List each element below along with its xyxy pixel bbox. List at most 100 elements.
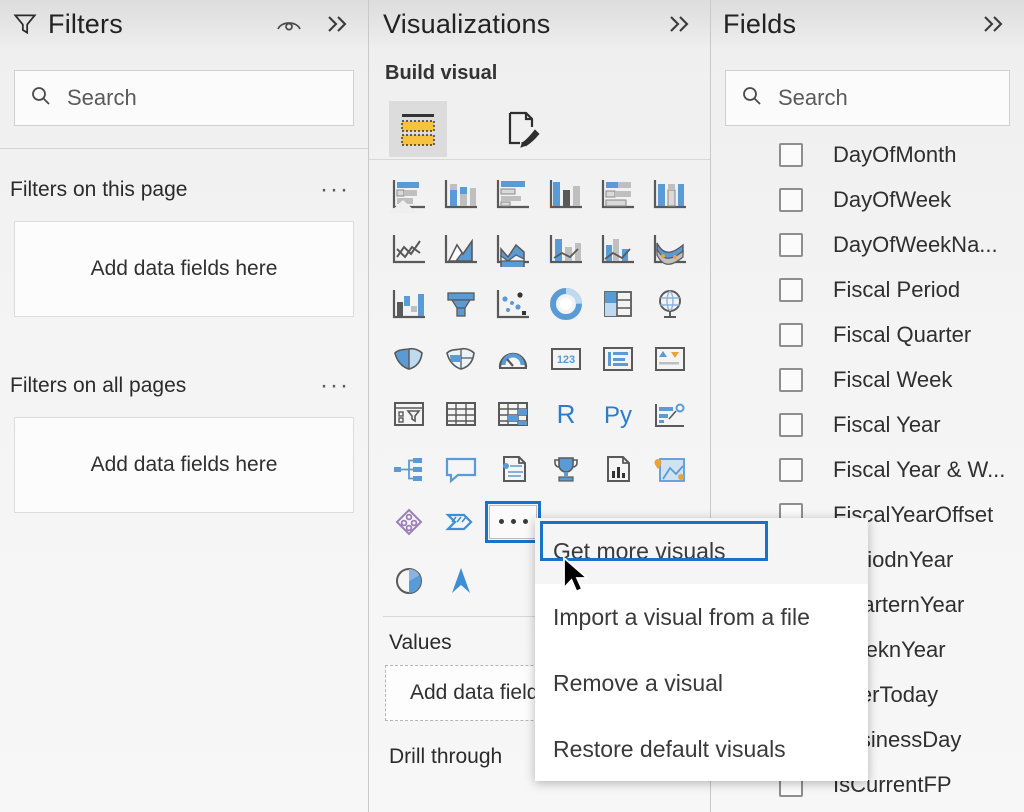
field-label: DayOfWeek bbox=[833, 186, 952, 212]
menu-item-get-more-visuals[interactable]: Get more visuals bbox=[535, 518, 868, 584]
menu-item-restore-default-visuals[interactable]: Restore default visuals bbox=[535, 716, 868, 782]
field-label: Fiscal Week bbox=[833, 366, 953, 392]
fields-search-input[interactable]: Search bbox=[725, 70, 1010, 126]
area-chart-icon[interactable] bbox=[435, 225, 487, 272]
card-icon[interactable]: 123 bbox=[540, 335, 592, 382]
kpi-icon[interactable] bbox=[644, 335, 696, 382]
stacked-area-chart-icon[interactable] bbox=[487, 225, 539, 272]
ribbon-chart-icon[interactable] bbox=[644, 225, 696, 272]
filters-on-all-pages-menu-icon[interactable]: ··· bbox=[320, 374, 350, 398]
gauge-chart-icon[interactable] bbox=[487, 335, 539, 382]
filters-on-all-pages-header: Filters on all pages ··· bbox=[0, 369, 368, 403]
eye-icon[interactable] bbox=[274, 9, 304, 39]
line-and-clustered-column-chart-icon[interactable] bbox=[592, 225, 644, 272]
more-visuals-button-cell[interactable] bbox=[485, 498, 542, 545]
waterfall-chart-icon[interactable] bbox=[383, 280, 435, 327]
field-checkbox[interactable] bbox=[779, 142, 803, 167]
field-item[interactable]: DayOfWeek bbox=[711, 177, 1024, 222]
azure-map-pie-icon[interactable] bbox=[383, 557, 435, 604]
hundred-percent-stacked-bar-chart-icon[interactable] bbox=[592, 170, 644, 217]
power-apps-icon[interactable] bbox=[383, 498, 435, 545]
field-label: Fiscal Period bbox=[833, 276, 961, 302]
filled-map-icon[interactable] bbox=[383, 335, 435, 382]
field-item[interactable]: Fiscal Year bbox=[711, 402, 1024, 447]
funnel-chart-icon[interactable] bbox=[435, 280, 487, 327]
line-and-stacked-column-chart-icon[interactable] bbox=[540, 225, 592, 272]
menu-item-remove-a-visual[interactable]: Remove a visual bbox=[535, 650, 868, 716]
python-visual-icon[interactable]: Py bbox=[592, 390, 644, 437]
stacked-column-chart-icon[interactable] bbox=[435, 170, 487, 217]
scatter-chart-icon[interactable] bbox=[487, 280, 539, 327]
dot-1 bbox=[498, 519, 504, 524]
slicer-icon[interactable] bbox=[383, 390, 435, 437]
filters-on-this-page-header: Filters on this page ··· bbox=[0, 173, 368, 207]
field-checkbox[interactable] bbox=[779, 322, 803, 347]
field-checkbox[interactable] bbox=[779, 412, 803, 437]
field-label: Fiscal Year & W... bbox=[833, 456, 1006, 482]
fields-search-placeholder: Search bbox=[778, 85, 848, 110]
double-chevron-right-icon[interactable] bbox=[322, 9, 352, 39]
filters-on-all-pages-dropzone[interactable]: Add data fields here bbox=[14, 417, 354, 513]
matrix-icon[interactable] bbox=[487, 390, 539, 437]
hundred-percent-stacked-column-chart-icon[interactable] bbox=[644, 170, 696, 217]
power-automate-icon[interactable] bbox=[435, 498, 487, 545]
multi-row-card-icon[interactable] bbox=[592, 335, 644, 382]
format-visual-tab[interactable] bbox=[493, 101, 551, 157]
smart-narrative-icon[interactable] bbox=[487, 445, 539, 492]
build-visual-tab[interactable] bbox=[389, 101, 447, 157]
filters-search-placeholder: Search bbox=[67, 85, 137, 110]
arcgis-maps-icon[interactable] bbox=[644, 445, 696, 492]
shape-map-icon[interactable] bbox=[435, 335, 487, 382]
fields-panel-title: Fields bbox=[723, 8, 797, 39]
azure-map-navigator-icon[interactable] bbox=[435, 557, 487, 604]
field-item[interactable]: DayOfMonth bbox=[711, 132, 1024, 177]
dot-3 bbox=[522, 519, 528, 524]
treemap-icon[interactable] bbox=[592, 280, 644, 327]
clustered-bar-chart-icon[interactable] bbox=[487, 170, 539, 217]
metrics-icon[interactable] bbox=[540, 445, 592, 492]
field-item[interactable]: Fiscal Quarter bbox=[711, 312, 1024, 357]
dot-2 bbox=[510, 519, 516, 524]
key-influencers-icon[interactable] bbox=[644, 390, 696, 437]
field-checkbox[interactable] bbox=[779, 277, 803, 302]
field-checkbox[interactable] bbox=[779, 187, 803, 212]
filters-search-input[interactable]: Search bbox=[14, 70, 354, 126]
search-icon bbox=[740, 84, 764, 113]
table-icon[interactable] bbox=[435, 390, 487, 437]
field-checkbox[interactable] bbox=[779, 232, 803, 257]
field-label: DayOfMonth bbox=[833, 141, 957, 167]
filters-divider bbox=[0, 148, 368, 149]
more-visuals-button[interactable] bbox=[485, 500, 542, 543]
filters-panel-header: Filters bbox=[0, 0, 368, 48]
r-script-visual-icon[interactable]: R bbox=[540, 390, 592, 437]
field-item[interactable]: DayOfWeekNa... bbox=[711, 222, 1024, 267]
qna-icon[interactable] bbox=[435, 445, 487, 492]
field-checkbox[interactable] bbox=[779, 457, 803, 482]
svg-text:Py: Py bbox=[604, 402, 632, 429]
funnel-icon bbox=[12, 11, 38, 37]
decomposition-tree-icon[interactable] bbox=[383, 445, 435, 492]
field-item[interactable]: Fiscal Year & W... bbox=[711, 447, 1024, 492]
field-item[interactable]: Fiscal Period bbox=[711, 267, 1024, 312]
visual-pane-tabs bbox=[389, 95, 710, 157]
field-label: Fiscal Year bbox=[833, 411, 941, 437]
line-chart-icon[interactable] bbox=[383, 225, 435, 272]
filters-panel-body: Search Filters on this page ··· Add data… bbox=[0, 48, 368, 812]
map-icon[interactable] bbox=[644, 280, 696, 327]
filters-on-this-page-label: Filters on this page bbox=[10, 178, 188, 201]
filters-on-this-page-menu-icon[interactable]: ··· bbox=[320, 178, 350, 202]
clustered-column-chart-icon[interactable] bbox=[540, 170, 592, 217]
svg-text:R: R bbox=[556, 399, 575, 429]
filters-on-this-page-dropzone[interactable]: Add data fields here bbox=[14, 221, 354, 317]
paginated-report-icon[interactable] bbox=[592, 445, 644, 492]
menu-item-import-a-visual-from-a-file[interactable]: Import a visual from a file bbox=[535, 584, 868, 650]
build-visual-label: Build visual bbox=[385, 62, 498, 84]
field-item[interactable]: Fiscal Week bbox=[711, 357, 1024, 402]
double-chevron-right-icon[interactable] bbox=[978, 9, 1008, 39]
pie-chart-icon[interactable] bbox=[540, 280, 592, 327]
filters-panel-title: Filters bbox=[48, 8, 123, 39]
field-checkbox[interactable] bbox=[779, 367, 803, 392]
double-chevron-right-icon[interactable] bbox=[664, 9, 694, 39]
field-label: DayOfWeekNa... bbox=[833, 231, 998, 257]
visual-type-grid: 123 R Py bbox=[369, 160, 710, 492]
